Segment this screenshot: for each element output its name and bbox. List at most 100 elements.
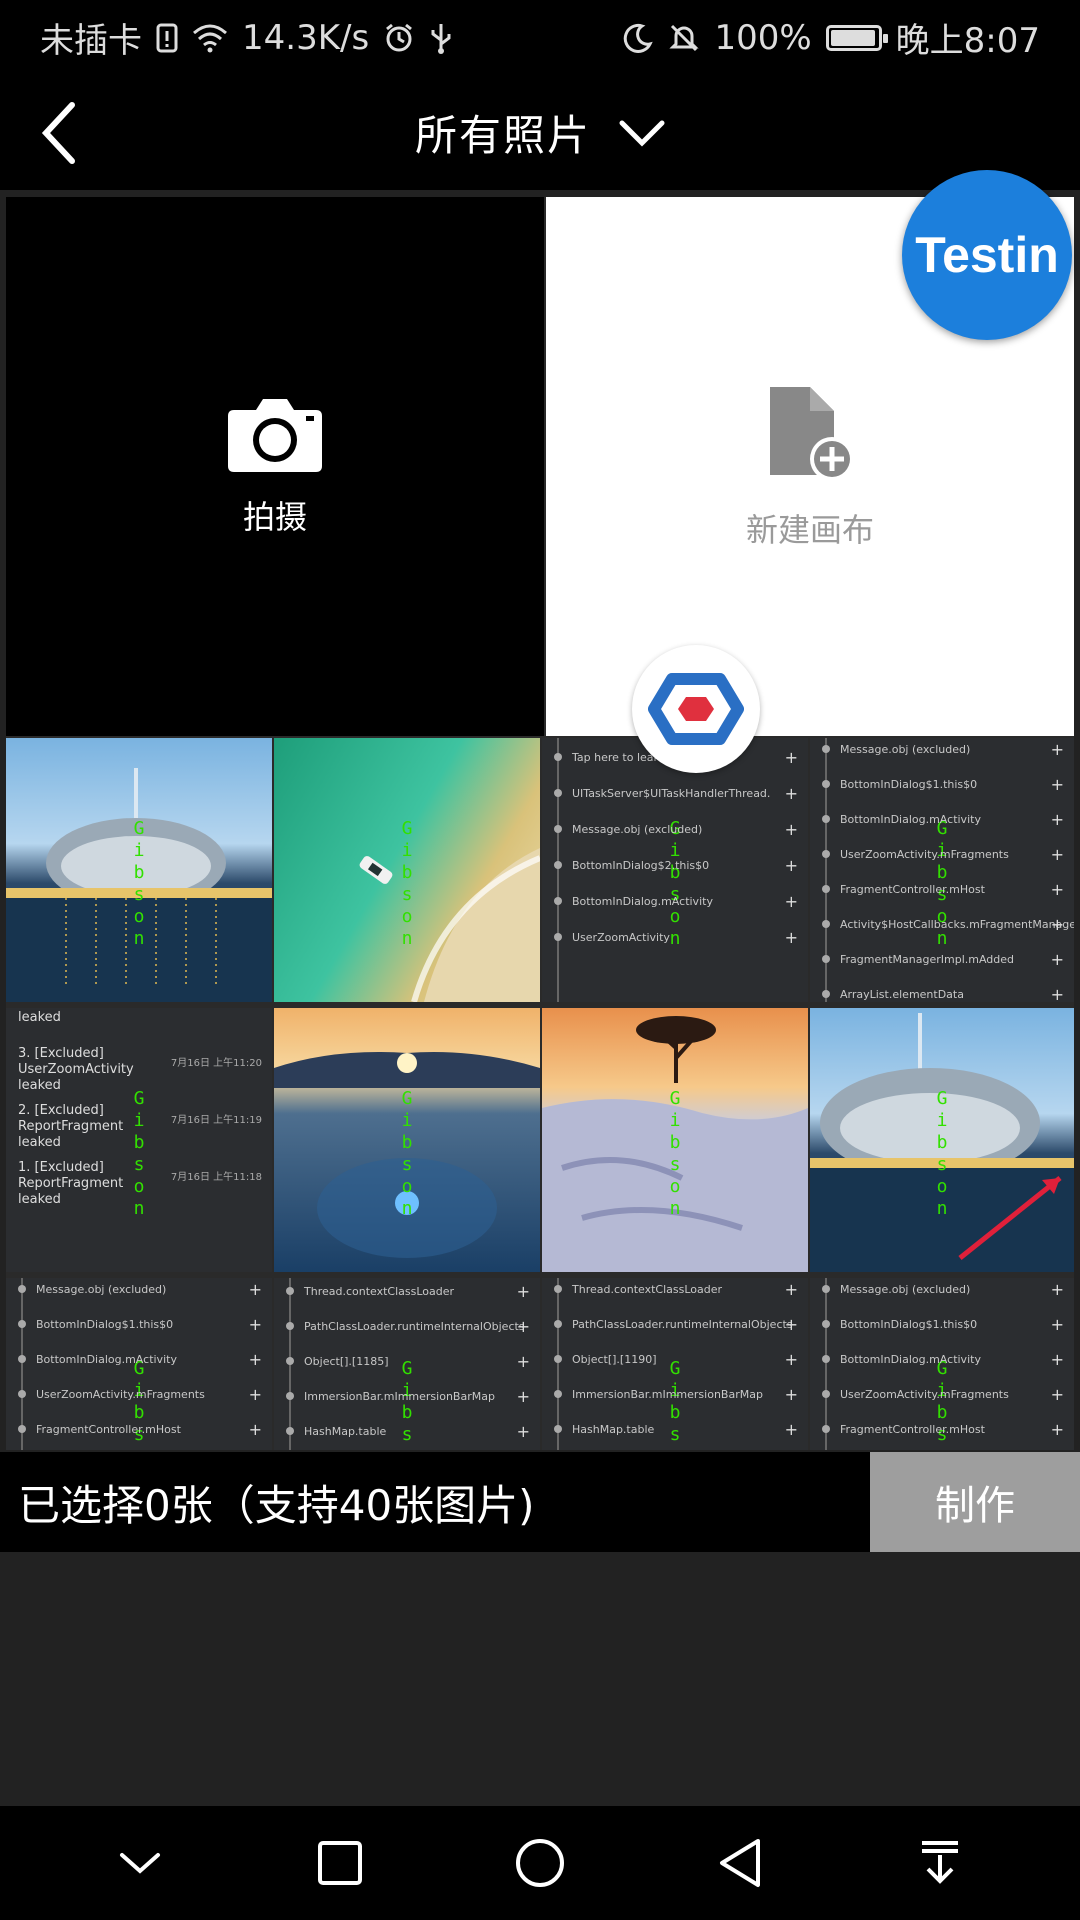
code-row: FragmentController.mHost + <box>6 1412 272 1446</box>
expand-plus-icon: + <box>248 1384 262 1404</box>
expand-plus-icon: + <box>248 1349 262 1369</box>
code-row: Thread.contextClassLoader + <box>542 1278 808 1306</box>
node-dot <box>554 753 562 761</box>
screenshot-tile[interactable]: Gibson Message.obj (excluded)+BottomInDi… <box>810 1278 1074 1450</box>
code-row: Activity$HostCallbacks.mFragmentManager + <box>810 907 1074 941</box>
screenshot-tile[interactable]: Gibson leaked 3. [Excluded] UserZoomActiv… <box>6 1008 272 1272</box>
code-row: FragmentManagerImpl.mAdded + <box>810 942 1074 976</box>
code-row-text: BottomInDialog.mActivity <box>840 1352 981 1366</box>
testin-floating-button[interactable]: Testin <box>902 170 1072 340</box>
leak-item-title: 2. [Excluded] ReportFragment leaked <box>18 1103 124 1150</box>
expand-plus-icon: + <box>516 1281 530 1301</box>
expand-plus-icon: + <box>516 1316 530 1336</box>
screenshot-tile[interactable]: Gibson Message.obj (excluded)+BottomInDi… <box>6 1278 272 1450</box>
code-row-text: BottomInDialog$1.this$0 <box>36 1317 174 1331</box>
expand-plus-icon: + <box>1050 1349 1064 1369</box>
selection-bar: 已选择0张（支持40张图片) 制作 <box>0 1452 1080 1552</box>
code-row: Message.obj (excluded) + <box>542 812 808 846</box>
code-row: Message.obj (excluded) + <box>6 1278 272 1306</box>
leak-item-title: leaked <box>18 1010 61 1025</box>
screenshot-tile[interactable]: Gibson Thread.contextClassLoader+PathCla… <box>274 1278 540 1450</box>
nav-pulldown-button[interactable] <box>895 1818 985 1908</box>
camera-tile[interactable]: 拍摄 <box>6 197 544 736</box>
expand-plus-icon: + <box>1050 1384 1064 1404</box>
expand-plus-icon: + <box>784 1419 798 1439</box>
code-row-text: HashMap.table <box>572 1422 655 1436</box>
camera-icon <box>228 398 322 472</box>
node-dot <box>822 1425 830 1433</box>
node-dot <box>554 1425 562 1433</box>
node-dot <box>18 1425 26 1433</box>
nav-pulldown-icon <box>922 1841 958 1884</box>
node-dot <box>554 789 562 797</box>
screenshot-tile[interactable]: Gibson Thread.contextClassLoader+PathCla… <box>542 1278 808 1450</box>
node-dot <box>18 1285 26 1293</box>
expand-plus-icon: + <box>1050 879 1064 899</box>
node-dot <box>18 1320 26 1328</box>
status-bar: 未插卡 14.3K/s 100% 晚上8:07 <box>0 0 1080 75</box>
code-row: BottomInDialog.mActivity + <box>6 1342 272 1376</box>
nav-collapse-button[interactable] <box>95 1818 185 1908</box>
code-row: FragmentController.mHost + <box>810 872 1074 906</box>
code-row-text: Message.obj (excluded) <box>840 742 971 756</box>
hex-logo-icon <box>648 673 744 745</box>
usb-icon <box>429 22 453 54</box>
node-dot <box>286 1392 294 1400</box>
hex-logo-floating-button[interactable] <box>632 645 760 773</box>
code-row-text: Message.obj (excluded) <box>840 1282 971 1296</box>
node-dot <box>18 1390 26 1398</box>
code-row-text: BottomInDialog.mActivity <box>36 1352 177 1366</box>
node-dot <box>554 1320 562 1328</box>
code-row: BottomInDialog$1.this$0 + <box>6 1307 272 1341</box>
code-row: Object[].[1190] + <box>542 1342 808 1376</box>
node-dot <box>822 1285 830 1293</box>
code-row: BottomInDialog.mActivity + <box>542 884 808 918</box>
code-row: ArrayList.elementData + <box>810 977 1074 1002</box>
code-row-text: FragmentController.mHost <box>840 1422 985 1436</box>
photo-tile[interactable]: Gibson <box>542 1008 808 1272</box>
nav-recents-icon <box>318 1841 362 1885</box>
selected-count-text: 已选择0张（支持40张图片) <box>18 1480 535 1530</box>
watermark-text: Gibson <box>133 818 145 949</box>
code-row-text: Activity$HostCallbacks.mFragmentManager <box>840 917 1074 931</box>
expand-plus-icon: + <box>248 1419 262 1439</box>
photo-tile[interactable]: Gibson <box>274 738 540 1002</box>
screenshot-tile[interactable]: Gibson Tap here to lear + UITaskServer$UIT… <box>542 738 808 1002</box>
code-row-text: FragmentController.mHost <box>36 1422 181 1436</box>
chevron-down-icon <box>619 120 665 147</box>
watermark-text: Gibson <box>401 818 413 949</box>
code-row-text: HashMap.table <box>304 1424 387 1438</box>
nav-back-button[interactable] <box>695 1818 785 1908</box>
node-dot <box>822 955 830 963</box>
expand-plus-icon: + <box>248 1279 262 1299</box>
node-dot <box>822 920 830 928</box>
code-row: ImmersionBar.mImmersionBarMap + <box>542 1377 808 1411</box>
code-row: PathClassLoader.runtimeInternalObjects + <box>274 1309 540 1343</box>
sim-alert-icon <box>156 23 178 53</box>
node-dot <box>554 1285 562 1293</box>
make-button[interactable]: 制作 <box>870 1452 1080 1552</box>
photo-tile[interactable]: Gibson <box>274 1008 540 1272</box>
expand-plus-icon: + <box>1050 949 1064 969</box>
nav-home-button[interactable] <box>495 1818 585 1908</box>
code-row-text: BottomInDialog$1.this$0 <box>840 777 978 791</box>
code-row: ImmersionBar.mImmersionBarMap + <box>274 1379 540 1413</box>
node-dot <box>286 1287 294 1295</box>
code-row-text: ImmersionBar.mImmersionBarMap <box>304 1389 495 1403</box>
node-dot <box>286 1322 294 1330</box>
nav-recents-button[interactable] <box>295 1818 385 1908</box>
expand-plus-icon: + <box>784 819 798 839</box>
code-row: BottomInDialog$1.this$0 + <box>810 767 1074 801</box>
nav-back-icon <box>720 1839 760 1887</box>
screenshot-tile[interactable]: Gibson Message.obj (excluded)+BottomInDi… <box>810 738 1074 1002</box>
photo-tile[interactable]: Gibson <box>6 738 272 1002</box>
code-row: BottomInDialog$1.this$0 + <box>810 1307 1074 1341</box>
moon-icon <box>622 22 654 54</box>
album-selector[interactable]: 所有照片 <box>0 75 1080 190</box>
code-row-text: UserZoomActivity.mFragments <box>840 847 1009 861</box>
code-row-text: UserZoomActivity.mFragments <box>36 1387 205 1401</box>
node-dot <box>286 1357 294 1365</box>
photo-tile[interactable]: Gibson <box>810 1008 1074 1272</box>
watermark-text: Gibson <box>936 1088 948 1219</box>
code-row: BottomInDialog.mActivity + <box>810 1342 1074 1376</box>
